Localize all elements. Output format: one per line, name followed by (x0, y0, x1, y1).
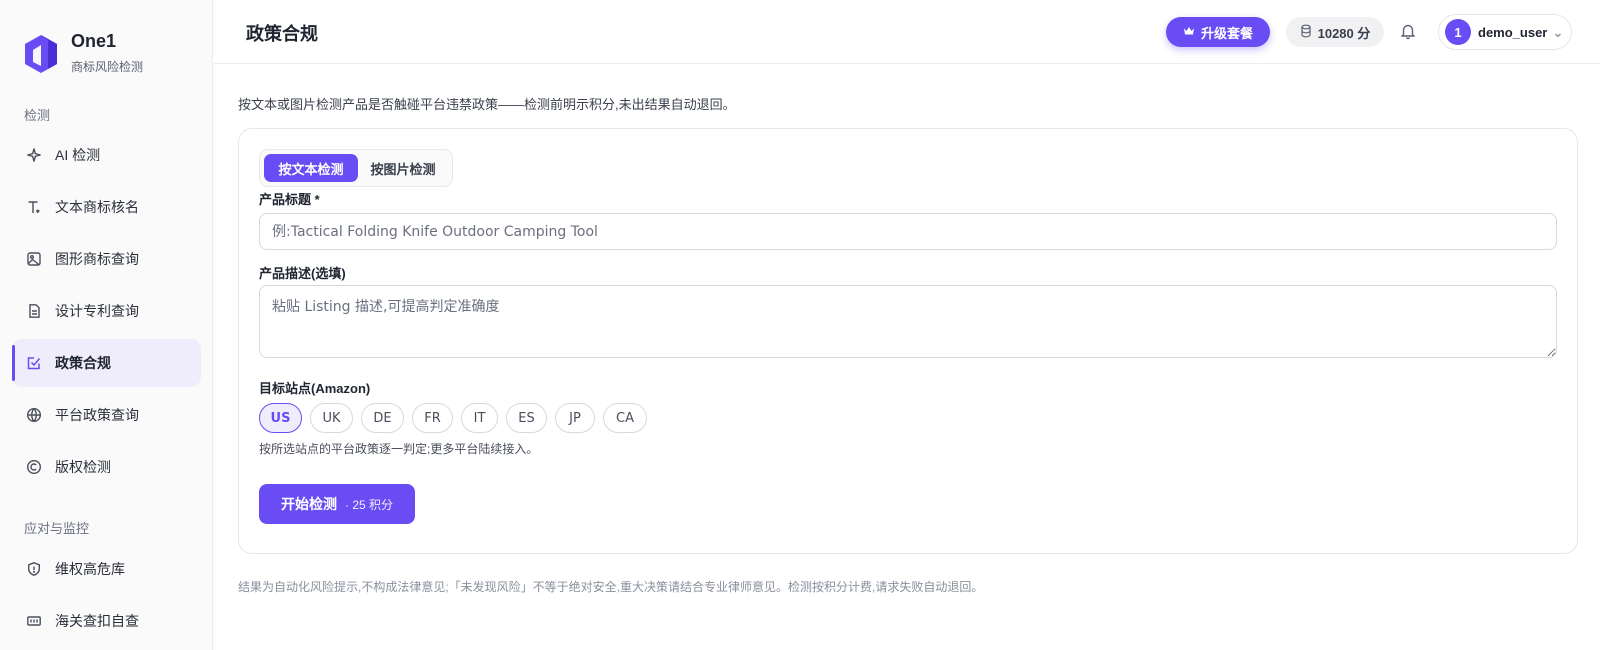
compliance-form-card: 按文本检测 按图片检测 产品标题 * 产品描述(选填) 目标站点(Amazon)… (238, 128, 1578, 554)
target-sites-group: US UK DE FR IT ES JP CA (259, 403, 647, 433)
sites-hint: 按所选站点的平台政策逐一判定;更多平台陆续接入。 (259, 442, 539, 456)
site-chip-es[interactable]: ES (506, 403, 547, 433)
top-header: 政策合规 升级套餐 10280 分 1 demo_user (214, 0, 1600, 64)
sidebar-item-label: 政策合规 (55, 355, 111, 371)
checklist-icon (25, 354, 43, 372)
start-detect-cost: · 25 积分 (344, 497, 393, 512)
credits-balance[interactable]: 10280 分 (1286, 17, 1384, 47)
username: demo_user (1478, 24, 1548, 40)
nav-section-detect: 检测 (24, 108, 51, 123)
tab-text-detect[interactable]: 按文本检测 (264, 154, 358, 182)
sidebar-item-label: 图形商标查询 (55, 251, 139, 267)
coins-icon (1300, 24, 1312, 41)
sidebar: One1 商标风险检测 检测 AI 检测 文本商标核名 图形商标查询 设计专利查… (0, 0, 213, 650)
product-title-label: 产品标题 * (259, 192, 320, 207)
site-chip-uk[interactable]: UK (310, 403, 353, 433)
brand-name: One1 (71, 31, 117, 51)
site-chip-jp[interactable]: JP (555, 403, 595, 433)
product-desc-label: 产品描述(选填) (259, 266, 346, 281)
start-detect-button[interactable]: 开始检测 · 25 积分 (259, 484, 415, 524)
sidebar-item-label: 设计专利查询 (55, 303, 139, 319)
site-chip-it[interactable]: IT (461, 403, 498, 433)
sidebar-item-copyright[interactable]: 版权检测 (12, 443, 201, 491)
site-chip-de[interactable]: DE (361, 403, 404, 433)
nav-section-monitor: 应对与监控 (24, 521, 90, 536)
user-menu[interactable]: 1 demo_user (1438, 14, 1572, 50)
detect-mode-tabs: 按文本检测 按图片检测 (259, 149, 453, 187)
sparkle-icon (25, 146, 43, 164)
sidebar-item-policy-compliance[interactable]: 政策合规 (12, 339, 201, 387)
sidebar-item-label: 平台政策查询 (55, 407, 139, 423)
shield-icon (25, 560, 43, 578)
target-sites-label: 目标站点(Amazon) (259, 381, 371, 396)
avatar: 1 (1445, 19, 1471, 45)
document-icon (25, 302, 43, 320)
chevron-down-icon (1553, 27, 1563, 38)
sidebar-item-text-trademark[interactable]: 文本商标核名 (12, 183, 201, 231)
sidebar-item-label: 文本商标核名 (55, 199, 139, 215)
text-icon (25, 198, 43, 216)
upgrade-plan-button[interactable]: 升级套餐 (1166, 17, 1270, 47)
customs-icon (25, 612, 43, 630)
sidebar-item-label: AI 检测 (55, 147, 101, 163)
copyright-icon (25, 458, 43, 476)
site-chip-ca[interactable]: CA (603, 403, 647, 433)
sidebar-item-ai-detect[interactable]: AI 检测 (12, 131, 201, 179)
sidebar-item-customs[interactable]: 海关查扣自查 (12, 597, 201, 645)
start-detect-label: 开始检测 (280, 496, 337, 512)
brand[interactable]: One1 商标风险检测 (24, 30, 143, 75)
sidebar-item-label: 维权高危库 (55, 561, 125, 577)
sidebar-item-platform-policy[interactable]: 平台政策查询 (12, 391, 201, 439)
sidebar-item-figure-trademark[interactable]: 图形商标查询 (12, 235, 201, 283)
sidebar-item-design-patent[interactable]: 设计专利查询 (12, 287, 201, 335)
product-desc-textarea[interactable] (259, 285, 1557, 358)
sidebar-item-label: 海关查扣自查 (55, 613, 139, 629)
upgrade-label: 升级套餐 (1200, 25, 1253, 41)
site-chip-us[interactable]: US (259, 403, 302, 433)
product-title-input[interactable] (259, 213, 1557, 250)
sidebar-item-label: 版权检测 (55, 459, 111, 475)
credits-value: 10280 分 (1317, 25, 1371, 41)
disclaimer: 结果为自动化风险提示,不构成法律意见;「未发现风险」不等于绝对安全,重大决策请结… (238, 580, 984, 594)
sidebar-item-rights-risk[interactable]: 维权高危库 (12, 545, 201, 593)
crown-icon (1183, 25, 1195, 40)
image-icon (25, 250, 43, 268)
bell-icon[interactable] (1399, 22, 1419, 42)
tab-image-detect[interactable]: 按图片检测 (358, 154, 448, 182)
site-chip-fr[interactable]: FR (412, 403, 453, 433)
brand-logo-icon (25, 35, 57, 73)
page-intro: 按文本或图片检测产品是否触碰平台违禁政策——检测前明示积分,未出结果自动退回。 (238, 97, 736, 112)
page-title: 政策合规 (246, 24, 318, 44)
globe-icon (25, 406, 43, 424)
brand-subtitle: 商标风险检测 (71, 60, 144, 74)
